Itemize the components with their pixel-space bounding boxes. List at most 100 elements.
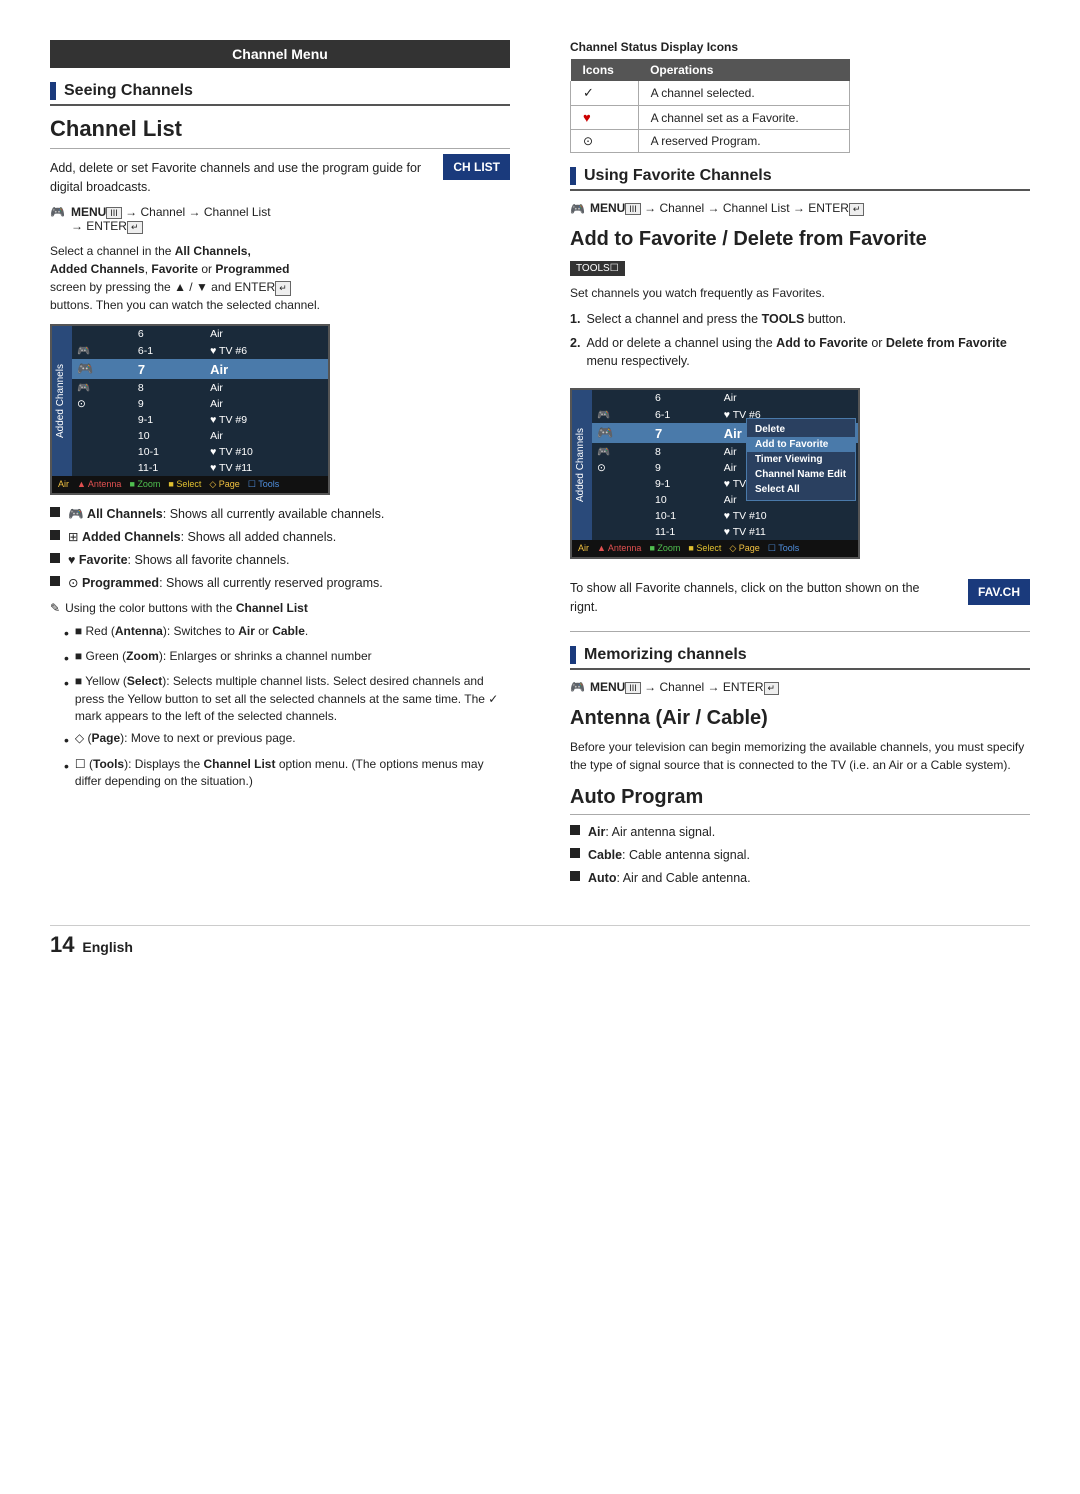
tv-footer-2: Air ▲ Antenna ■ Zoom ■ Select ◇ Page ☐ T… (572, 540, 858, 557)
list-item: ☐ (Tools): Displays the Channel List opt… (64, 756, 510, 791)
table-row-selected: 🎮7Air (72, 359, 328, 379)
bullet-icon (50, 507, 60, 517)
tv-sidebar-label-2: Added Channels (572, 390, 592, 540)
operation-text: A reserved Program. (638, 130, 849, 153)
table-row: 🎮8Air (72, 379, 328, 396)
pencil-icon: ✎ (50, 601, 60, 615)
color-button-list: ■ Red (Antenna): Switches to Air or Cabl… (64, 623, 510, 791)
using-favorite-title: Using Favorite Channels (584, 167, 772, 185)
english-label: English (82, 939, 133, 955)
list-item: ■ Red (Antenna): Switches to Air or Cabl… (64, 623, 510, 643)
bullet-icon (570, 825, 580, 835)
bullet-icon (570, 871, 580, 881)
list-item: ♥ Favorite: Shows all favorite channels. (50, 551, 510, 569)
fav-ch-button[interactable]: FAV.CH (968, 579, 1030, 605)
channel-list-title: Channel List (50, 116, 510, 149)
list-item: Cable: Cable antenna signal. (570, 846, 1030, 864)
list-item: ■ Green (Zoom): Enlarges or shrinks a ch… (64, 648, 510, 668)
section-bar (570, 646, 576, 664)
add-favorite-intro: Set channels you watch frequently as Fav… (570, 284, 1030, 302)
tools-badge: TOOLS☐ (570, 261, 625, 276)
context-select-all[interactable]: Select All (747, 482, 855, 497)
bullet-icon (50, 530, 60, 540)
bullet-dot (64, 730, 69, 750)
table-row: 11-1♥ TV #11 (72, 460, 328, 476)
remote-icon-2: 🎮 (570, 202, 585, 216)
memorizing-nav: 🎮 MENUIII → Channel → ENTER↵ (570, 680, 1030, 695)
page-footer: 14 English (50, 925, 1030, 958)
icons-col-header: Icons (571, 59, 639, 81)
icon-heart: ♥ (571, 106, 639, 130)
table-row: 6Air (72, 326, 328, 342)
icons-section-title: Channel Status Display Icons (570, 40, 1030, 54)
context-delete[interactable]: Delete (747, 422, 855, 437)
intro-text: Add, delete or set Favorite channels and… (50, 159, 510, 197)
tv-channel-table: 6Air 🎮6-1♥ TV #6 🎮7Air 🎮8Air (72, 326, 328, 476)
list-item: Air: Air antenna signal. (570, 823, 1030, 841)
icons-table: Icons Operations ✓ A channel selected. ♥… (570, 59, 850, 153)
icon-clock: ⊙ (571, 130, 639, 153)
section-bar (570, 167, 576, 185)
add-favorite-steps: 1. Select a channel and press the TOOLS … (570, 310, 1030, 370)
bullet-dot (64, 648, 69, 668)
table-row: ♥ A channel set as a Favorite. (571, 106, 850, 130)
context-timer[interactable]: Timer Viewing (747, 452, 855, 467)
bullet-icon (50, 576, 60, 586)
remote-icon: 🎮 (50, 205, 65, 219)
table-row: ⊙9Air (72, 396, 328, 412)
list-item: ⊞ Added Channels: Shows all added channe… (50, 528, 510, 546)
table-row: 9-1♥ TV #9 (72, 412, 328, 428)
table-row: 11-1♥ TV #11 (592, 524, 858, 540)
list-item: 🎮 All Channels: Shows all currently avai… (50, 505, 510, 523)
list-item: 1. Select a channel and press the TOOLS … (570, 310, 1030, 328)
fav-ch-area: To show all Favorite channels, click on … (570, 579, 1030, 617)
seeing-channels-section: Seeing Channels (50, 82, 510, 106)
tv-screen-2: Added Channels 6Air 🎮6-1♥ TV #6 (570, 388, 860, 559)
table-row-selected-2: 🎮7Air Delete Add to Favorite Timer Viewi… (592, 423, 858, 443)
table-row: 🎮6-1♥ TV #6 (72, 342, 328, 359)
table-row: 6Air (592, 390, 858, 406)
table-row: ✓ A channel selected. (571, 81, 850, 106)
antenna-title: Antenna (Air / Cable) (570, 707, 1030, 730)
table-row: 10Air (72, 428, 328, 444)
note-text: ✎ Using the color buttons with the Chann… (50, 601, 510, 615)
bullet-dot (64, 756, 69, 776)
operation-text: A channel set as a Favorite. (638, 106, 849, 130)
bullet-icon (570, 848, 580, 858)
fav-ch-text: To show all Favorite channels, click on … (570, 579, 948, 617)
ch-list-button[interactable]: CH LIST (443, 154, 510, 180)
antenna-text: Before your television can begin memoriz… (570, 738, 1030, 774)
context-add-favorite[interactable]: Add to Favorite (747, 437, 855, 452)
add-favorite-title: Add to Favorite / Delete from Favorite (570, 228, 1030, 251)
using-favorite-section: Using Favorite Channels (570, 167, 1030, 191)
list-item: ⊙ Programmed: Shows all currently reserv… (50, 574, 510, 592)
bullet-dot (64, 623, 69, 643)
table-row: 10-1♥ TV #10 (72, 444, 328, 460)
tv-channel-table-2: 6Air 🎮6-1♥ TV #6 🎮7Air Delete (592, 390, 858, 540)
channel-types-list: 🎮 All Channels: Shows all currently avai… (50, 505, 510, 593)
operation-text: A channel selected. (638, 81, 849, 106)
tv-sidebar-label: Added Channels (52, 326, 72, 476)
bullet-icon (50, 553, 60, 563)
auto-program-list: Air: Air antenna signal. Cable: Cable an… (570, 823, 1030, 887)
list-item: Auto: Air and Cable antenna. (570, 869, 1030, 887)
section-bar (50, 82, 56, 100)
icons-section: Channel Status Display Icons Icons Opera… (570, 40, 1030, 153)
remote-icon-3: 🎮 (570, 680, 585, 694)
memorizing-title: Memorizing channels (584, 646, 747, 664)
using-favorite-nav: 🎮 MENUIII → Channel → Channel List → ENT… (570, 201, 1030, 216)
page-number: 14 (50, 932, 74, 957)
icon-check: ✓ (571, 81, 639, 106)
context-menu: Delete Add to Favorite Timer Viewing Cha… (746, 418, 856, 501)
channel-menu-header: Channel Menu (50, 40, 510, 68)
table-row: 10-1♥ TV #10 (592, 508, 858, 524)
menu-nav: 🎮 MENUIII → Channel → Channel List → ENT… (50, 205, 510, 234)
context-name-edit[interactable]: Channel Name Edit (747, 467, 855, 482)
tv-screen-1: Added Channels 6Air 🎮6-1♥ TV #6 🎮7Air (50, 324, 330, 495)
section-divider (570, 631, 1030, 632)
menu-nav-text: MENUIII → Channel → Channel List → ENTER… (71, 205, 271, 234)
auto-program-title: Auto Program (570, 786, 1030, 815)
select-channel-text: Select a channel in the All Channels, Ad… (50, 242, 510, 315)
bullet-dot (64, 673, 69, 693)
table-row: ⊙ A reserved Program. (571, 130, 850, 153)
